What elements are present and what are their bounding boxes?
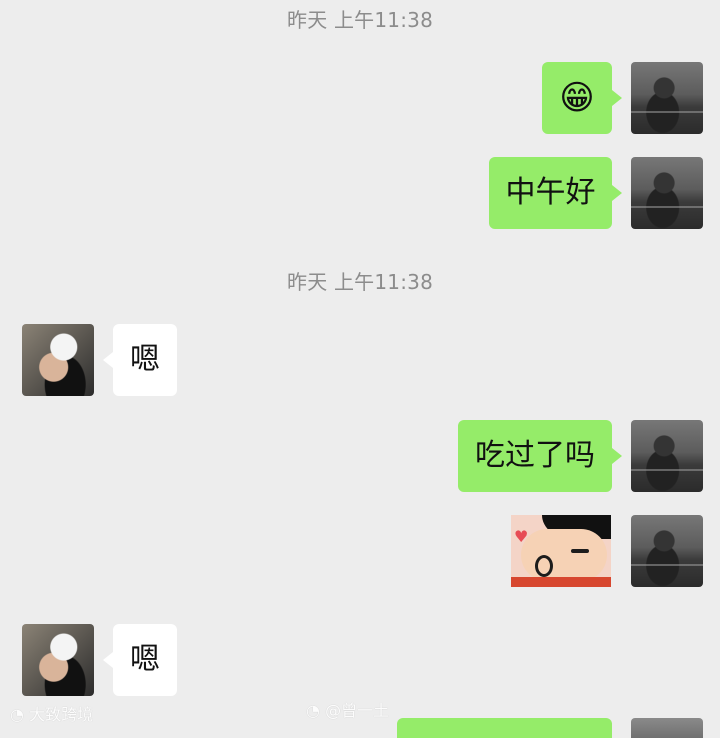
self-avatar[interactable] — [631, 157, 703, 229]
contact-avatar[interactable] — [22, 324, 94, 396]
weibo-watermark-left: ◔ 大致跨境 — [10, 701, 93, 725]
sticker-face-shape — [521, 529, 607, 581]
message-bubble[interactable]: 吃过了吗 — [458, 420, 622, 492]
closed-eye-icon — [571, 549, 589, 553]
partial-message-bubble[interactable] — [397, 718, 612, 738]
grinning-face-emoji-icon: 😁 — [559, 78, 595, 118]
message-bubble[interactable]: 嗯 — [103, 324, 177, 396]
message-bubble[interactable]: 嗯 — [103, 624, 177, 696]
message-bubble[interactable]: 中午好 — [489, 157, 622, 229]
sticker-shirt-shape — [511, 577, 611, 587]
self-avatar[interactable] — [631, 515, 703, 587]
weibo-icon: ◔ — [306, 701, 320, 720]
message-bubble-emoji[interactable]: 😁 — [542, 62, 622, 134]
heart-icon: ♥ — [514, 527, 529, 546]
self-avatar[interactable] — [631, 62, 703, 134]
watermark-center-text: @曾一土 — [325, 701, 390, 720]
timestamp: 昨天 上午11:38 — [287, 270, 433, 294]
weibo-icon: ◔ — [10, 705, 24, 724]
contact-avatar[interactable] — [22, 624, 94, 696]
self-avatar[interactable] — [631, 420, 703, 492]
watermark-left-text: 大致跨境 — [29, 705, 94, 724]
sticker-message[interactable]: ♥ — [511, 515, 611, 587]
chat-window: 昨天 上午11:38 😁 中午好 昨天 上午11:38 嗯 吃过了吗 ♥ 嗯 ◔… — [0, 0, 720, 738]
weibo-watermark-center: ◔ @曾一土 — [306, 697, 389, 721]
kiss-lips-icon — [535, 555, 553, 577]
timestamp: 昨天 上午11:38 — [287, 8, 433, 32]
partial-self-avatar[interactable] — [631, 718, 703, 738]
